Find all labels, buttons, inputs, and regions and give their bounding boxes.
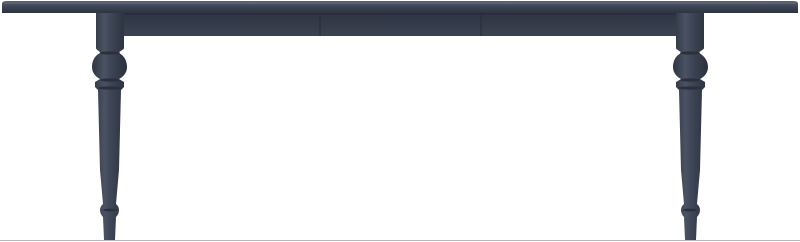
table-apron — [96, 13, 704, 36]
table-top — [2, 1, 798, 13]
dining-table-image — [0, 1, 800, 241]
left-leg — [92, 13, 127, 240]
right-leg — [673, 13, 708, 240]
